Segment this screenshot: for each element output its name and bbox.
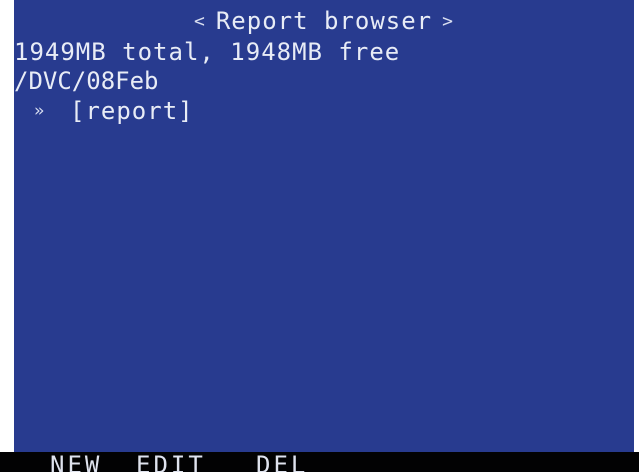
current-path: /DVC/08Feb <box>14 67 159 95</box>
next-page-arrow-icon[interactable]: > <box>432 11 464 32</box>
new-button[interactable]: NEW <box>50 453 102 472</box>
storage-summary: 1949MB total, 1948MB free <box>14 38 401 66</box>
device-frame: < Report browser > 1949MB total, 1948MB fr… <box>0 0 639 472</box>
selection-cursor-icon: » <box>34 101 46 121</box>
previous-page-arrow-icon[interactable]: < <box>184 11 216 32</box>
title-bar: < Report browser > <box>14 9 634 34</box>
edit-button[interactable]: EDIT <box>136 453 206 472</box>
page-title: Report browser <box>215 7 433 35</box>
list-item-label: [report] <box>70 97 194 125</box>
report-browser-screen: < Report browser > 1949MB total, 1948MB fr… <box>14 0 634 452</box>
delete-button[interactable]: DEL <box>256 453 308 472</box>
list-item[interactable]: » [report] <box>34 99 194 123</box>
softkey-bar: NEW EDIT DEL <box>0 452 639 472</box>
